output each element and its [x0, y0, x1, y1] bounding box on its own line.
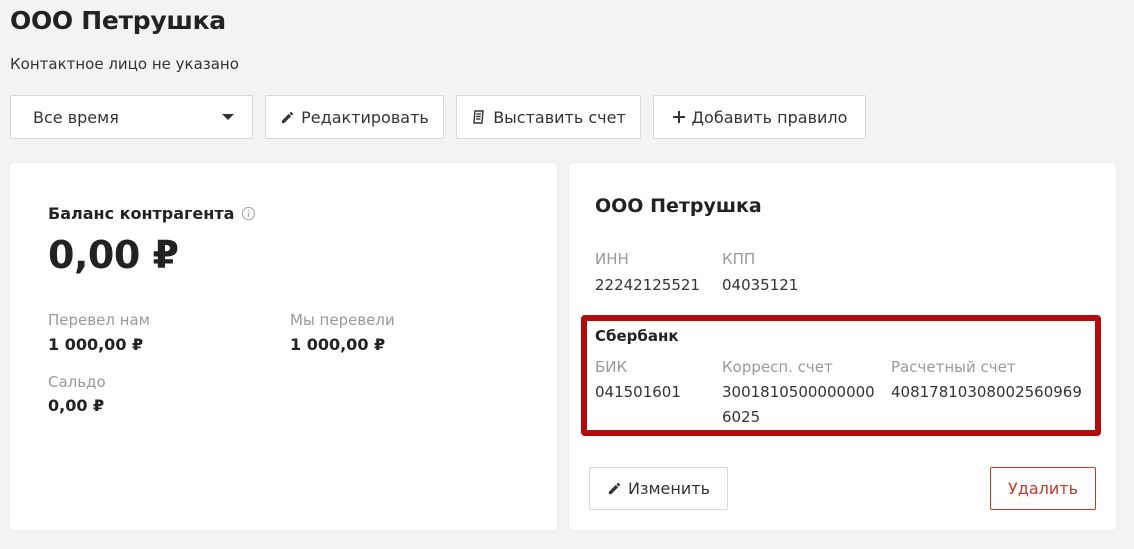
saldo-value: 0,00 ₽ — [48, 396, 105, 415]
period-select[interactable]: Все время — [10, 95, 253, 139]
kpp-value: 04035121 — [722, 276, 799, 294]
corr-account-value-line2: 6025 — [722, 408, 761, 426]
contact-person-text: Контактное лицо не указано — [10, 55, 239, 73]
balance-title: Баланс контрагента — [48, 204, 235, 223]
kpp-label: КПП — [722, 250, 756, 268]
change-button[interactable]: Изменить — [589, 467, 728, 510]
receipt-icon — [471, 109, 487, 125]
page-title: ООО Петрушка — [10, 6, 226, 35]
pencil-icon — [607, 481, 622, 496]
delete-button[interactable]: Удалить — [990, 467, 1096, 510]
requisites-card: ООО Петрушка ИНН 22242125521 КПП 0403512… — [569, 163, 1116, 530]
change-button-label: Изменить — [628, 479, 710, 498]
delete-button-label: Удалить — [1008, 479, 1078, 498]
settlement-account-label: Расчетный счет — [891, 358, 1016, 376]
issue-invoice-label: Выставить счет — [493, 107, 626, 127]
bik-value: 041501601 — [595, 383, 681, 401]
edit-button[interactable]: Редактировать — [265, 95, 444, 139]
info-icon[interactable] — [241, 206, 256, 221]
received-value: 1 000,00 ₽ — [48, 335, 144, 354]
add-rule-label: Добавить правило — [691, 107, 848, 127]
plus-icon — [672, 110, 686, 124]
company-name: ООО Петрушка — [595, 195, 762, 217]
inn-label: ИНН — [595, 250, 629, 268]
balance-amount: 0,00 ₽ — [48, 233, 179, 277]
edit-button-label: Редактировать — [301, 107, 429, 127]
corr-account-label: Корресп. счет — [722, 358, 833, 376]
balance-card: Баланс контрагента 0,00 ₽ Перевел нам 1 … — [10, 163, 557, 530]
received-label: Перевел нам — [48, 311, 150, 329]
chevron-down-icon — [222, 114, 234, 120]
inn-value: 22242125521 — [595, 276, 700, 294]
sent-value: 1 000,00 ₽ — [290, 335, 386, 354]
bank-name: Сбербанк — [595, 327, 679, 345]
period-select-value: Все время — [33, 107, 119, 127]
pencil-icon — [280, 110, 295, 125]
saldo-label: Сальдо — [48, 373, 106, 391]
issue-invoice-button[interactable]: Выставить счет — [456, 95, 641, 139]
sent-label: Мы перевели — [290, 311, 395, 329]
bik-label: БИК — [595, 358, 628, 376]
add-rule-button[interactable]: Добавить правило — [653, 95, 866, 139]
balance-title-row: Баланс контрагента — [48, 204, 256, 223]
corr-account-value-line1: 3001810500000000 — [722, 383, 875, 401]
settlement-account-value: 40817810308002560969 — [891, 383, 1082, 401]
